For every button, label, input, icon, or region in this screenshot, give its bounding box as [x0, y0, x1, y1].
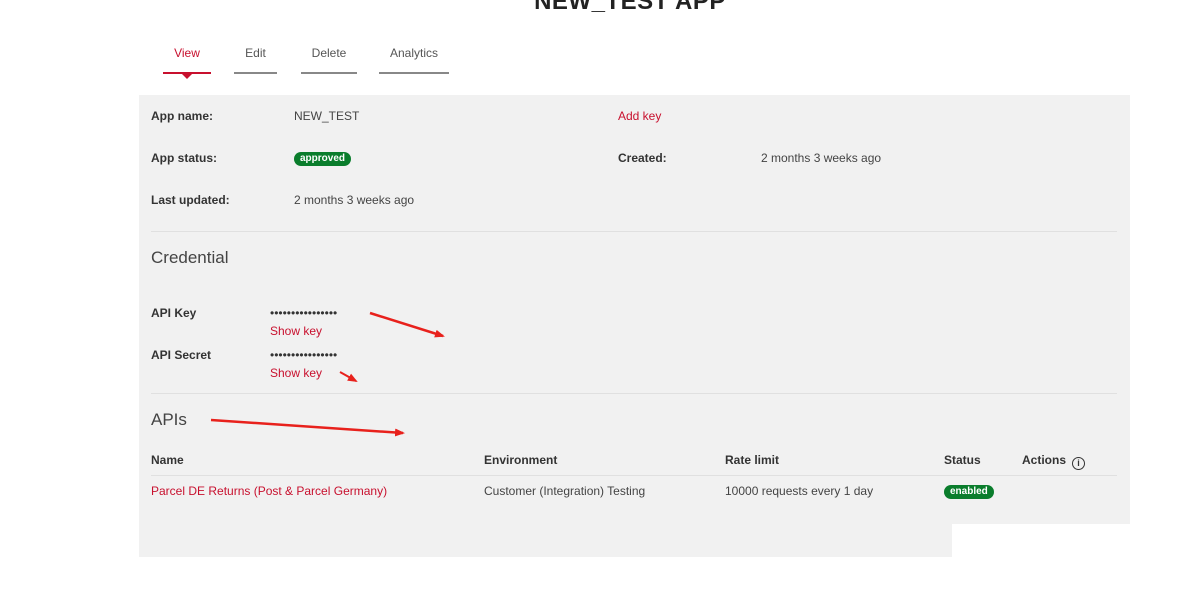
app-details-panel: App name: NEW_TEST Add key App status: a…	[139, 95, 1130, 557]
created-label: Created:	[618, 151, 667, 165]
last-updated-label: Last updated:	[151, 193, 230, 207]
created-value: 2 months 3 weeks ago	[761, 151, 882, 165]
tab-edit[interactable]: Edit	[234, 44, 277, 74]
column-header-rate-limit: Rate limit	[725, 453, 780, 467]
apis-heading: APIs	[151, 410, 187, 429]
divider	[151, 231, 1117, 232]
add-key-link[interactable]: Add key	[618, 109, 661, 123]
app-name-value: NEW_TEST	[294, 109, 360, 123]
api-status-badge: enabled	[944, 485, 994, 499]
app-status-badge: approved	[294, 152, 352, 166]
column-header-name: Name	[151, 453, 184, 467]
show-api-secret-link[interactable]: Show key	[270, 366, 322, 380]
app-name-label: App name:	[151, 109, 214, 123]
tab-delete[interactable]: Delete	[301, 44, 357, 74]
api-environment: Customer (Integration) Testing	[484, 484, 646, 498]
api-secret-masked: ••••••••••••••••	[270, 348, 338, 362]
api-key-label: API Key	[151, 306, 197, 320]
api-secret-label: API Secret	[151, 348, 212, 362]
panel-corner-cutout	[952, 524, 1130, 560]
divider	[151, 393, 1117, 394]
page-title: NEW_TEST APP	[534, 0, 726, 15]
credential-heading: Credential	[151, 248, 229, 267]
app-status-label: App status:	[151, 151, 217, 165]
tab-analytics[interactable]: Analytics	[379, 44, 449, 74]
info-icon[interactable]: i	[1072, 457, 1086, 470]
last-updated-value: 2 months 3 weeks ago	[294, 193, 415, 207]
api-name-link[interactable]: Parcel DE Returns (Post & Parcel Germany…	[151, 484, 387, 498]
actions-header-label: Actions	[1022, 453, 1067, 467]
api-rate-limit: 10000 requests every 1 day	[725, 484, 874, 498]
column-header-status: Status	[944, 453, 981, 467]
api-key-masked: ••••••••••••••••	[270, 306, 338, 320]
tab-view[interactable]: View	[163, 44, 211, 79]
column-header-actions: Actions i	[1022, 453, 1086, 470]
column-header-environment: Environment	[484, 453, 558, 467]
show-api-key-link[interactable]: Show key	[270, 324, 322, 338]
divider	[151, 475, 1117, 476]
